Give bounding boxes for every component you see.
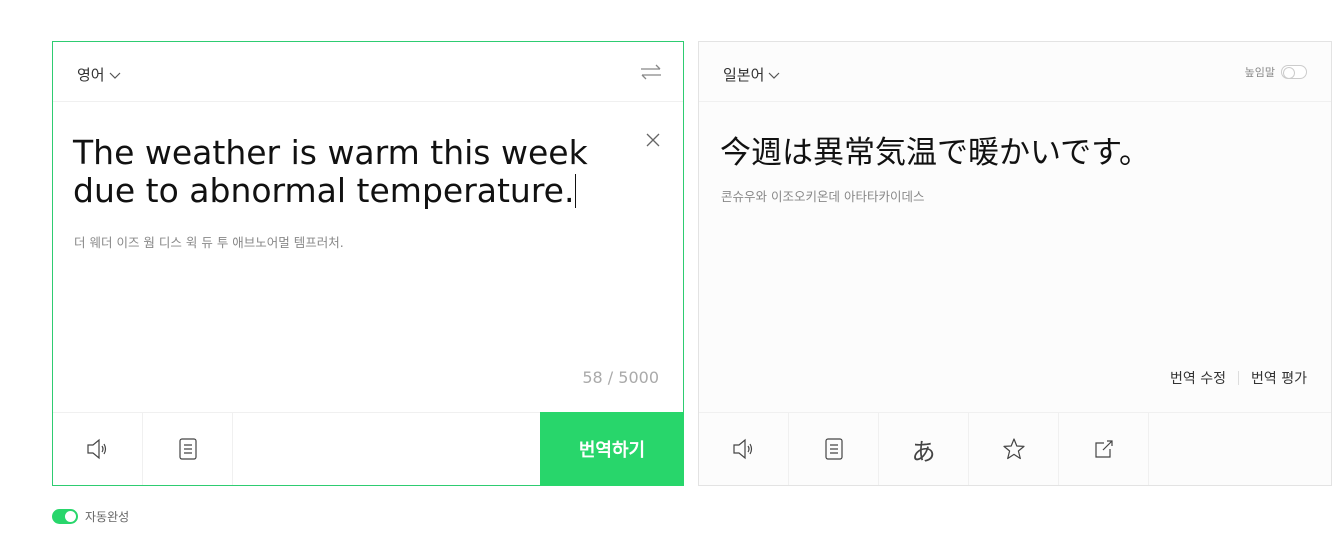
furigana-button[interactable]: あ: [879, 413, 969, 485]
honorific-label: 높임말: [1244, 66, 1275, 79]
speaker-icon: [732, 438, 752, 460]
divider: [1238, 371, 1240, 385]
target-panel: 일본어 높임말 今週は異常気温で暖かいです。 콘슈우와 이조오키온데 아타타카이…: [698, 41, 1332, 486]
source-language-label: 영어: [77, 66, 105, 84]
honorific-toggle-group: 높임말: [1245, 64, 1307, 80]
translated-text: 今週は異常気温で暖かいです。: [720, 135, 1150, 171]
char-count: 58 / 5000: [582, 368, 659, 387]
target-header: 일본어 높임말: [699, 42, 1331, 102]
rate-translation-link[interactable]: 번역 평가: [1251, 368, 1307, 388]
autocomplete-toggle[interactable]: [52, 509, 78, 524]
target-toolbar: あ: [699, 412, 1331, 485]
text-caret: [575, 174, 577, 208]
source-listen-button[interactable]: [53, 413, 143, 485]
star-icon: [1002, 438, 1025, 460]
copy-button[interactable]: [789, 413, 879, 485]
chevron-down-icon: [768, 72, 780, 79]
share-button[interactable]: [1059, 413, 1149, 485]
source-pronunciation: 더 웨더 이즈 웜 디스 윅 듀 투 애브노어멀 템프러처.: [74, 235, 344, 250]
edit-links: 번역 수정 번역 평가: [1170, 368, 1307, 388]
source-panel: 영어 The weather is warm this week due to …: [52, 41, 684, 486]
target-pronunciation: 콘슈우와 이조오키온데 아타타카이데스: [721, 189, 925, 204]
source-text-input[interactable]: The weather is warm this week due to abn…: [73, 134, 633, 210]
share-icon: [1094, 440, 1113, 458]
swap-languages-icon[interactable]: [639, 60, 663, 84]
speaker-icon: [86, 438, 106, 460]
target-language-select[interactable]: 일본어: [723, 64, 780, 85]
source-language-select[interactable]: 영어: [77, 64, 121, 85]
target-listen-button[interactable]: [699, 413, 789, 485]
autocomplete-label: 자동완성: [85, 510, 130, 524]
source-header: 영어: [53, 42, 683, 102]
autocomplete-setting: 자동완성: [52, 508, 129, 525]
source-dictionary-button[interactable]: [143, 413, 233, 485]
favorite-button[interactable]: [969, 413, 1059, 485]
translate-button[interactable]: 번역하기: [540, 412, 684, 486]
honorific-toggle[interactable]: [1281, 65, 1307, 79]
copy-icon: [824, 438, 843, 460]
target-language-label: 일본어: [723, 66, 765, 84]
edit-translation-link[interactable]: 번역 수정: [1170, 368, 1226, 388]
clear-text-icon[interactable]: [645, 132, 661, 148]
chevron-down-icon: [109, 72, 121, 79]
dictionary-icon: [178, 438, 197, 460]
furigana-icon: あ: [911, 437, 936, 466]
source-text-value: The weather is warm this week due to abn…: [73, 133, 588, 210]
